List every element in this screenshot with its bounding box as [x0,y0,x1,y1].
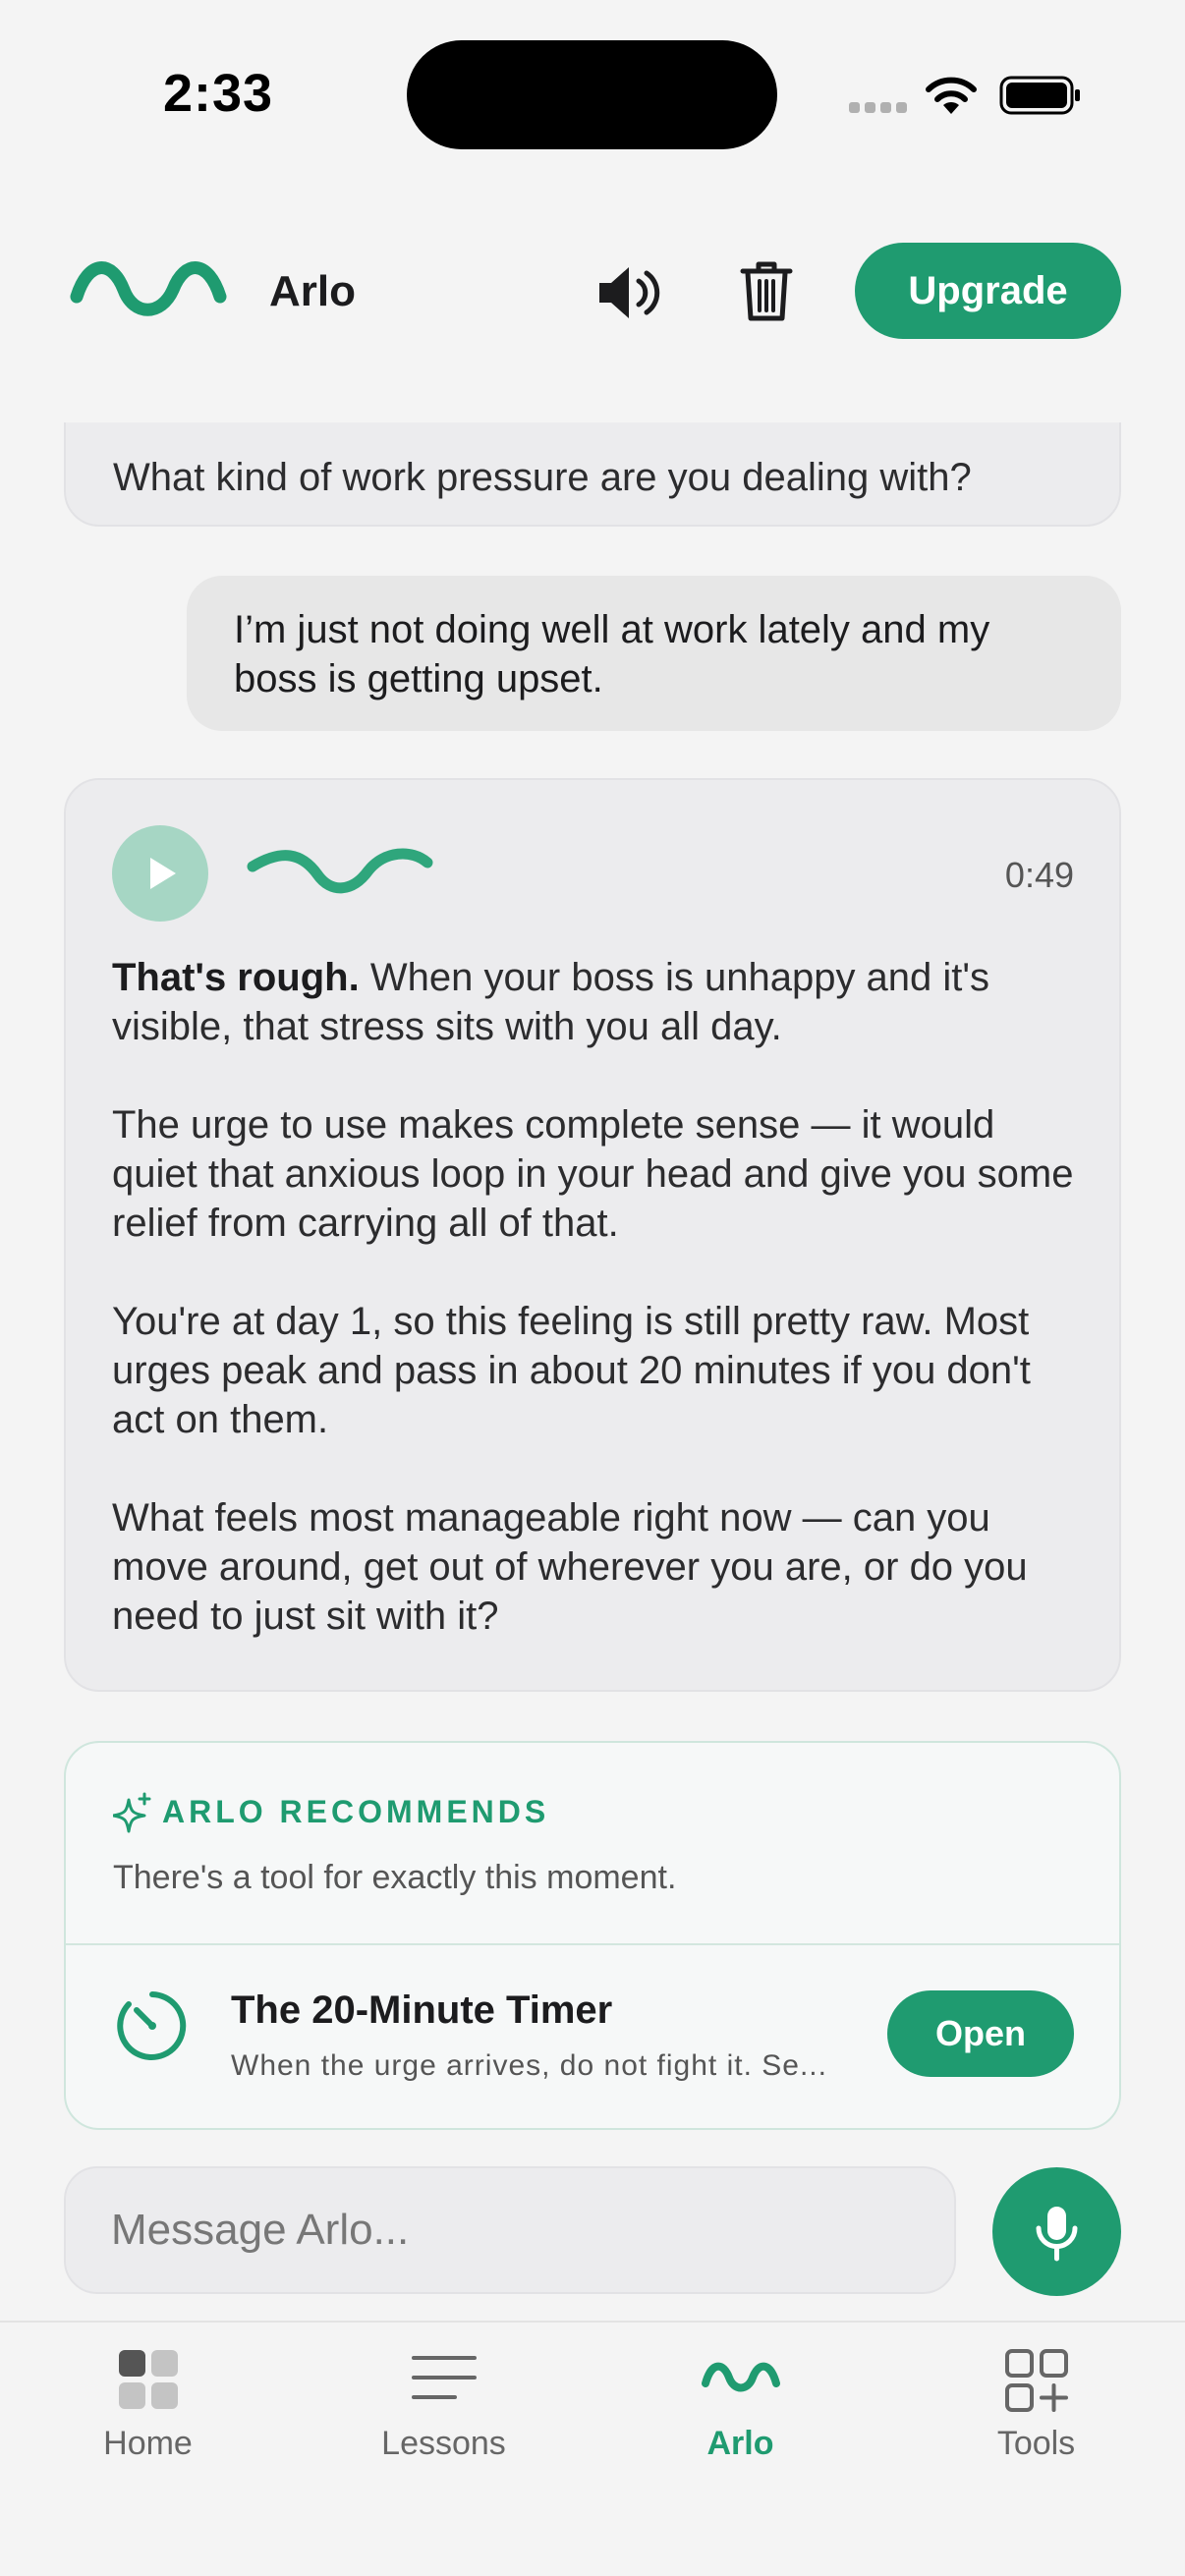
recommendation-card: ARLO RECOMMENDS There's a tool for exact… [64,1741,1121,2130]
microphone-icon [1036,2207,1078,2262]
tools-grid-icon [1004,2349,1068,2412]
upgrade-button[interactable]: Upgrade [855,243,1121,339]
bot-paragraph-3: You're at day 1, so this feeling is stil… [112,1300,1031,1441]
tab-arlo[interactable]: Arlo [592,2323,888,2519]
bot-lead-text: That's rough. [112,956,360,999]
status-time: 2:33 [163,64,274,123]
audio-wave-icon [247,848,433,894]
tab-lessons[interactable]: Lessons [296,2323,592,2519]
tool-title: The 20-Minute Timer [231,1988,613,2032]
tab-arlo-label: Arlo [706,2425,774,2462]
recommendation-header: ARLO RECOMMENDS There's a tool for exact… [66,1743,1119,1945]
status-bar: 2:33 [0,0,1185,187]
app-header: Arlo Upgrade [0,226,1185,354]
battery-icon [999,76,1080,115]
dynamic-island [407,40,777,149]
tab-home-label: Home [103,2425,193,2462]
audio-duration: 0:49 [1004,855,1074,895]
arlo-wave-icon [701,2362,780,2392]
bot-paragraph-2: The urge to use makes complete sense — i… [112,1103,1074,1245]
tab-home[interactable]: Home [0,2323,296,2519]
play-audio-button[interactable] [112,825,208,922]
bot-message: 0:49 That's rough. When your boss is unh… [64,778,1121,1692]
wifi-icon [926,77,977,114]
message-input[interactable] [111,2168,917,2292]
play-icon [150,858,176,889]
open-tool-button[interactable]: Open [887,1990,1074,2077]
bot-message-text: What kind of work pressure are you deali… [113,456,972,499]
recommendation-label: ARLO RECOMMENDS [162,1794,550,1829]
user-message: I’m just not doing well at work lately a… [187,576,1121,731]
speaker-icon[interactable] [595,261,664,324]
cellular-signal-icon [849,102,907,113]
tab-bar: Home Lessons Arlo Tools [0,2321,1185,2576]
lessons-list-icon [411,2356,477,2399]
microphone-button[interactable] [992,2167,1121,2296]
tab-tools-label: Tools [996,2425,1076,2462]
tab-tools[interactable]: Tools [888,2323,1184,2519]
recommendation-subtitle: There's a tool for exactly this moment. [113,1859,677,1896]
bot-paragraph-1: That's rough. When your boss is unhappy … [112,953,1085,1051]
bot-message-previous: What kind of work pressure are you deali… [64,422,1121,527]
app-title: Arlo [269,267,356,315]
chat-thread[interactable]: What kind of work pressure are you deali… [0,422,1185,2142]
sparkle-icon [113,1792,151,1833]
bot-message-body: That's rough. When your boss is unhappy … [112,953,1085,1690]
timer-icon [117,1991,187,2060]
bot-paragraph-4: What feels most manageable right now — c… [112,1496,1028,1638]
arlo-logo-icon [70,261,227,316]
tab-lessons-label: Lessons [381,2425,506,2462]
home-grid-icon [118,2350,178,2409]
message-composer [64,2166,956,2294]
tool-description: When the urge arrives, do not fight it. … [231,2049,827,2082]
trash-icon[interactable] [739,259,794,324]
